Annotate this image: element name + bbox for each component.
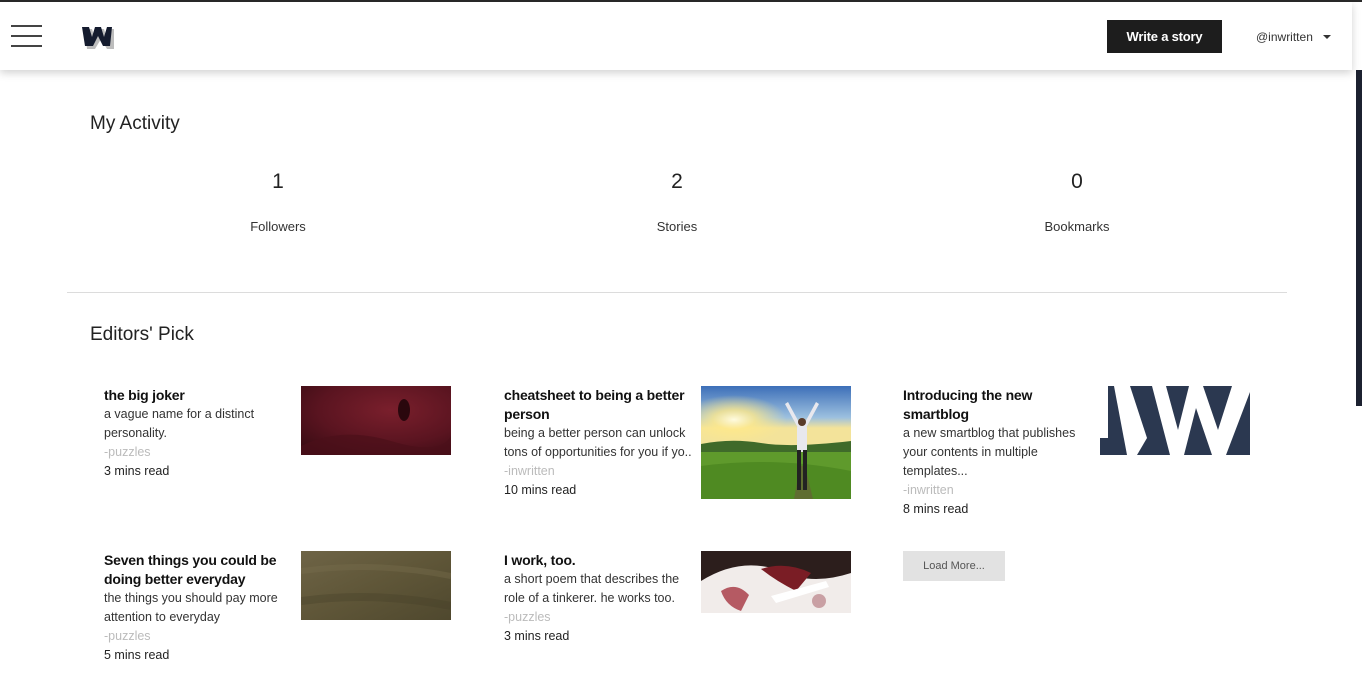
caret-down-icon	[1322, 35, 1331, 39]
story-read-time: 3 mins read	[504, 629, 570, 643]
story-title-link[interactable]: cheatsheet to being a better person	[504, 386, 694, 424]
story-thumbnail[interactable]	[301, 386, 451, 455]
w-logo-icon[interactable]	[80, 24, 114, 50]
story-card: Introducing the new smartblog a new smar…	[903, 386, 1268, 516]
story-read-time: 8 mins read	[903, 502, 969, 516]
stat-stories[interactable]: 2 Stories	[577, 170, 777, 234]
story-card: cheatsheet to being a better person bein…	[504, 386, 869, 516]
stat-label: Bookmarks	[1044, 219, 1110, 234]
stat-bookmarks[interactable]: 0 Bookmarks	[977, 170, 1177, 234]
right-edge-bar	[1356, 70, 1362, 406]
stat-value: 1	[272, 170, 284, 193]
story-title-link[interactable]: I work, too.	[504, 551, 694, 570]
story-description: the things you should pay more attention…	[104, 591, 278, 624]
story-author[interactable]: -puzzles	[504, 608, 694, 627]
write-story-button[interactable]: Write a story	[1107, 20, 1222, 53]
stat-label: Followers	[250, 219, 306, 234]
top-navbar: Write a story @inwritten	[0, 2, 1352, 70]
story-description: a new smartblog that publishes your cont…	[903, 426, 1076, 478]
story-title-link[interactable]: the big joker	[104, 386, 294, 405]
story-thumbnail[interactable]	[701, 386, 851, 499]
story-description: a short poem that describes the role of …	[504, 572, 680, 605]
stat-label: Stories	[656, 219, 698, 234]
editors-pick-title: Editors' Pick	[90, 324, 194, 345]
story-read-time: 5 mins read	[104, 648, 170, 662]
story-title-link[interactable]: Seven things you could be doing better e…	[104, 551, 294, 589]
stat-value: 0	[1071, 170, 1083, 193]
story-card: I work, too. a short poem that describes…	[504, 551, 869, 681]
story-description: being a better person can unlock tons of…	[504, 426, 692, 459]
story-title-link[interactable]: Introducing the new smartblog	[903, 386, 1093, 424]
story-author[interactable]: -puzzles	[104, 627, 294, 646]
story-read-time: 3 mins read	[104, 464, 170, 478]
story-thumbnail[interactable]	[301, 551, 451, 620]
user-dropdown[interactable]: @inwritten	[1256, 29, 1331, 45]
story-read-time: 10 mins read	[504, 483, 577, 497]
story-description: a vague name for a distinct personality.	[104, 407, 255, 440]
username-label: @inwritten	[1256, 30, 1313, 44]
stat-value: 2	[671, 170, 683, 193]
stat-followers[interactable]: 1 Followers	[178, 170, 378, 234]
hamburger-menu-icon[interactable]	[11, 25, 42, 47]
story-thumbnail[interactable]	[1100, 386, 1250, 455]
section-divider	[67, 292, 1287, 293]
story-thumbnail[interactable]	[701, 551, 851, 620]
story-author[interactable]: -inwritten	[903, 481, 1093, 500]
my-activity-title: My Activity	[90, 113, 180, 134]
story-card: the big joker a vague name for a distinc…	[104, 386, 469, 516]
story-card: Seven things you could be doing better e…	[104, 551, 469, 681]
story-author[interactable]: -inwritten	[504, 462, 694, 481]
story-author[interactable]: -puzzles	[104, 443, 294, 462]
load-more-button[interactable]: Load More...	[903, 551, 1005, 581]
